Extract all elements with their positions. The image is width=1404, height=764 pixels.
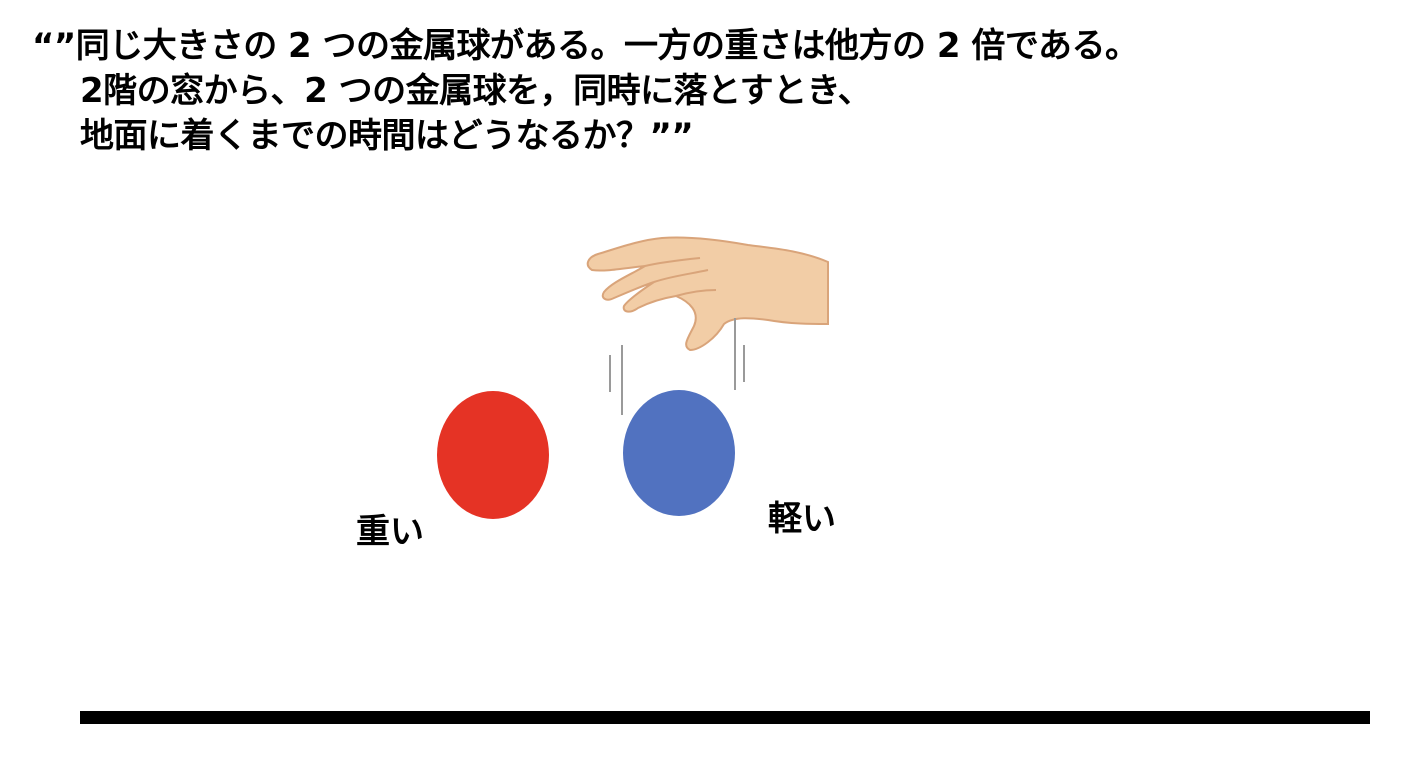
heavy-ball (437, 391, 549, 519)
light-ball (623, 390, 735, 516)
illustration (437, 236, 829, 519)
hand-icon (586, 236, 829, 352)
ground-line (80, 711, 1370, 724)
heavy-ball-label: 重い (356, 512, 424, 552)
light-ball-label: 軽い (768, 499, 836, 539)
hand-shape (586, 236, 829, 352)
